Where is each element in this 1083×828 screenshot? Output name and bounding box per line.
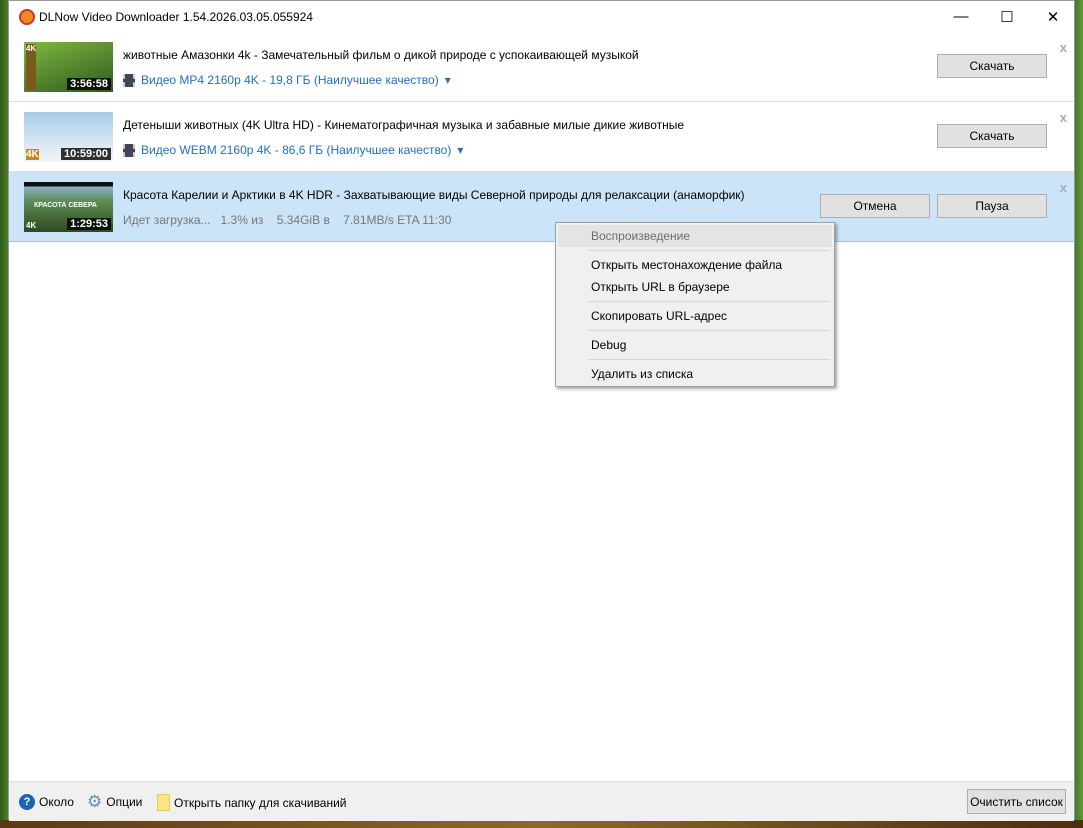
4k-badge: 4K	[26, 149, 39, 160]
maximize-button[interactable]: ☐	[984, 1, 1030, 32]
about-label: Около	[39, 795, 74, 809]
remove-item-icon[interactable]: x	[1060, 180, 1067, 195]
about-link[interactable]: ? Около	[19, 794, 74, 810]
video-thumbnail: КРАСОТА СЕВЕРА 4K 1:29:53	[24, 182, 113, 232]
menu-separator	[588, 330, 830, 331]
footer-bar: ? Около ⚙ Опции Открыть папку для скачиван…	[9, 781, 1074, 821]
download-button[interactable]: Скачать	[937, 54, 1047, 78]
options-link[interactable]: ⚙ Опции	[87, 792, 143, 811]
format-dropdown[interactable]: Видео WEBM 2160p 4K - 86,6 ГБ (Наилучшее…	[123, 143, 463, 157]
duration: 3:56:58	[67, 78, 111, 90]
menu-separator	[588, 359, 830, 360]
menu-item-debug[interactable]: Debug	[558, 334, 832, 356]
app-headphones-icon	[19, 9, 35, 25]
gear-icon: ⚙	[87, 792, 103, 811]
menu-item-remove[interactable]: Удалить из списка	[558, 363, 832, 385]
menu-separator	[588, 301, 830, 302]
4k-badge: 4K	[26, 44, 37, 90]
duration: 1:29:53	[67, 218, 111, 230]
close-button[interactable]: ✕	[1030, 1, 1076, 32]
video-thumbnail: 4K 10:59:00	[24, 112, 113, 162]
minimize-button[interactable]: —	[938, 1, 984, 32]
help-icon: ?	[19, 794, 35, 810]
format-dropdown[interactable]: Видео MP4 2160p 4K - 19,8 ГБ (Наилучшее …	[123, 73, 451, 87]
desktop-background	[0, 820, 1083, 828]
cancel-button[interactable]: Отмена	[820, 194, 930, 218]
film-icon	[123, 143, 135, 157]
thumbnail-caption: КРАСОТА СЕВЕРА	[34, 202, 97, 209]
video-title: Красота Карелии и Арктики в 4K HDR - Зах…	[123, 188, 745, 202]
context-menu: Воспроизведение Открыть местонахождение …	[555, 222, 835, 387]
format-label: Видео MP4 2160p 4K - 19,8 ГБ (Наилучшее …	[141, 73, 439, 87]
film-icon	[123, 73, 135, 87]
chevron-down-icon: ▾	[444, 73, 451, 87]
folder-icon	[157, 794, 170, 811]
download-item-active[interactable]: КРАСОТА СЕВЕРА 4K 1:29:53 Красота Карели…	[9, 172, 1074, 242]
download-item[interactable]: 4K 3:56:58 животные Амазонки 4k - Замеча…	[9, 32, 1074, 102]
download-item[interactable]: 4K 10:59:00 Детеныши животных (4K Ultra …	[9, 102, 1074, 172]
pause-button[interactable]: Пауза	[937, 194, 1047, 218]
video-thumbnail: 4K 3:56:58	[24, 42, 113, 92]
app-window: DLNow Video Downloader 1.54.2026.03.05.0…	[8, 0, 1075, 821]
open-folder-label: Открыть папку для скачиваний	[174, 795, 347, 810]
menu-separator	[588, 250, 830, 251]
clear-list-button[interactable]: Очистить список	[967, 789, 1066, 814]
format-label: Видео WEBM 2160p 4K - 86,6 ГБ (Наилучшее…	[141, 143, 452, 157]
video-title: животные Амазонки 4k - Замечательный фил…	[123, 48, 639, 62]
remove-item-icon[interactable]: x	[1060, 110, 1067, 125]
chevron-down-icon: ▾	[457, 143, 464, 157]
download-status: Идет загрузка... 1.3% из 5.34GiB в 7.81M…	[123, 213, 452, 227]
remove-item-icon[interactable]: x	[1060, 40, 1067, 55]
menu-item-copy-url[interactable]: Скопировать URL-адрес	[558, 305, 832, 327]
4k-badge: 4K	[26, 221, 37, 230]
video-title: Детеныши животных (4K Ultra HD) - Кинема…	[123, 118, 685, 132]
open-folder-link[interactable]: Открыть папку для скачиваний	[157, 794, 347, 811]
menu-item-open-file-location[interactable]: Открыть местонахождение файла	[558, 254, 832, 276]
options-label: Опции	[106, 795, 143, 809]
menu-item-open-url[interactable]: Открыть URL в браузере	[558, 276, 832, 298]
download-button[interactable]: Скачать	[937, 124, 1047, 148]
duration: 10:59:00	[60, 148, 111, 160]
window-title: DLNow Video Downloader 1.54.2026.03.05.0…	[39, 10, 313, 24]
title-bar: DLNow Video Downloader 1.54.2026.03.05.0…	[9, 1, 1074, 32]
menu-item-play[interactable]: Воспроизведение	[558, 225, 832, 247]
